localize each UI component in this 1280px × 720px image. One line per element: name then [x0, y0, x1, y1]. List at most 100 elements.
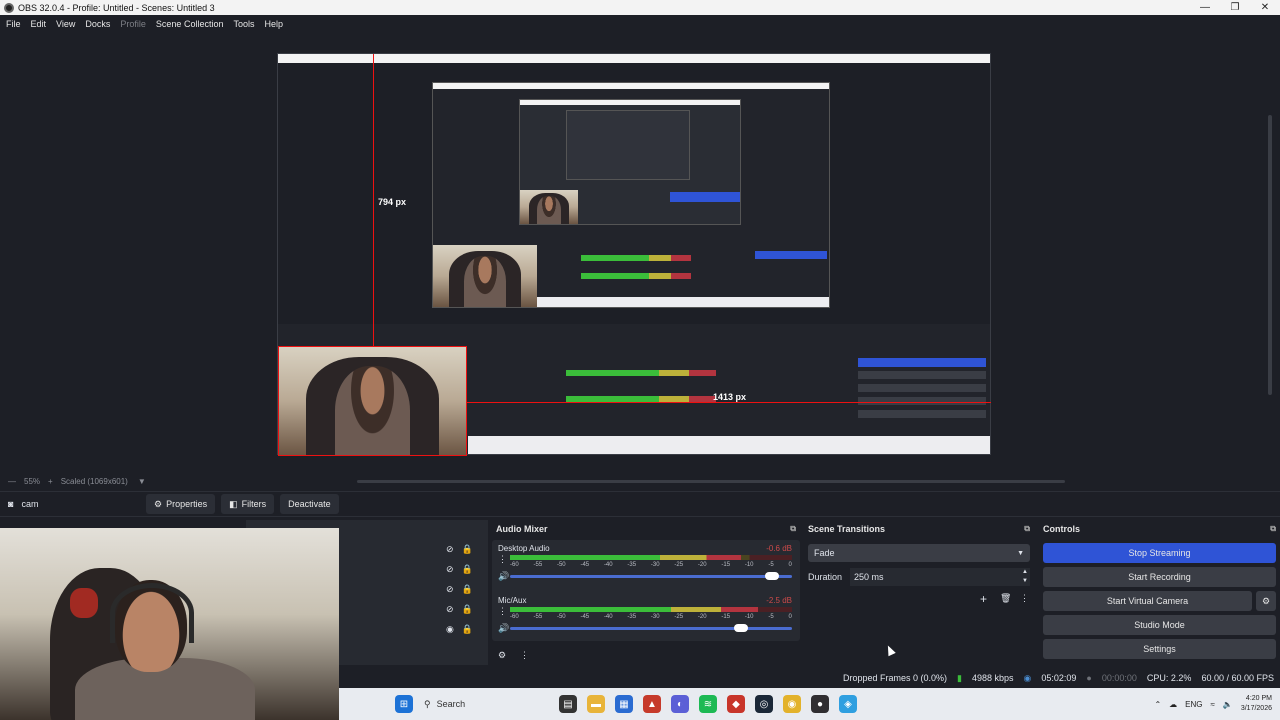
tray-overflow-icon[interactable]: ⌃: [1154, 700, 1161, 709]
transition-menu-button[interactable]: ⋮: [1020, 593, 1029, 604]
advanced-audio-properties-icon[interactable]: ⚙: [498, 650, 506, 661]
mixer-channel-desktop-audio: Desktop Audio -0.6 dB ⋮ -60 -55 -50 -45 -40-…: [492, 540, 800, 584]
controls-title: Controls: [1043, 524, 1080, 534]
maximize-button[interactable]: ❐: [1220, 2, 1250, 13]
taskbar-search[interactable]: ⚲ Search: [424, 692, 554, 716]
chat-app-icon[interactable]: ◐: [671, 695, 689, 713]
mixer-channel-mic-aux: Mic/Aux -2.5 dB ⋮ -60 -55 -50 -45 -40 -35 -30-…: [492, 592, 800, 636]
task-view-icon[interactable]: ▤: [559, 695, 577, 713]
menu-help[interactable]: Help: [264, 19, 283, 29]
calendar-app-icon[interactable]: ▦: [615, 695, 633, 713]
preview-canvas[interactable]: 794 px 1413 px: [277, 53, 991, 456]
scale-mode-dropdown[interactable]: ▼: [138, 477, 146, 486]
headset: [110, 583, 194, 643]
volume-slider-knob[interactable]: [734, 624, 749, 632]
nested-capture-level-4: [566, 110, 690, 180]
start-recording-button[interactable]: Start Recording: [1043, 567, 1276, 587]
source-row[interactable]: ⊘ 🔒: [446, 544, 473, 555]
app-icon[interactable]: ▲: [643, 695, 661, 713]
lock-icon[interactable]: 🔒: [462, 584, 473, 595]
source-row[interactable]: ⊘ 🔒: [446, 584, 473, 595]
menu-profile[interactable]: Profile: [120, 19, 146, 29]
signal-icon: ▮: [957, 672, 962, 683]
preview-area[interactable]: 794 px 1413 px: [0, 33, 1280, 475]
camera-icon: ◙: [8, 499, 14, 509]
app-icon-blue[interactable]: ◈: [839, 695, 857, 713]
search-icon: ⚲: [424, 698, 431, 709]
mixer-menu-icon[interactable]: ⋮: [520, 650, 529, 661]
studio-mode-button[interactable]: Studio Mode: [1043, 615, 1276, 635]
eye-hidden-icon[interactable]: ⊘: [446, 564, 454, 575]
language-indicator[interactable]: ENG: [1185, 700, 1202, 709]
source-row[interactable]: ⊘ 🔒: [446, 564, 473, 575]
lock-icon[interactable]: 🔒: [462, 624, 473, 635]
obs-taskbar-icon[interactable]: ●: [811, 695, 829, 713]
stop-streaming-button[interactable]: Stop Streaming: [1043, 543, 1276, 563]
close-button[interactable]: ✕: [1250, 2, 1280, 13]
menu-docks[interactable]: Docks: [85, 19, 110, 29]
taskbar-clock[interactable]: 4:20 PM 3/17/2026: [1241, 694, 1272, 714]
filters-button[interactable]: ◧ Filters: [221, 494, 275, 514]
volume-slider-knob[interactable]: [765, 572, 780, 580]
menu-edit[interactable]: Edit: [31, 19, 47, 29]
preview-vertical-scrollbar[interactable]: [1268, 115, 1272, 395]
settings-button[interactable]: Settings: [1043, 639, 1276, 659]
zoom-out-button[interactable]: —: [8, 477, 16, 486]
lock-icon[interactable]: 🔒: [462, 604, 473, 615]
scale-mode: Scaled (1069x601): [60, 476, 128, 486]
obs-logo-icon: [4, 2, 14, 13]
meter-scale: -60 -55 -50 -45 -40 -35 -30 -25 -20 -15 -10 -5 0: [510, 562, 792, 568]
duration-input[interactable]: 250 ms ▲ ▼: [850, 568, 1030, 586]
deactivate-button[interactable]: Deactivate: [280, 494, 339, 514]
start-virtual-camera-button[interactable]: Start Virtual Camera: [1043, 591, 1252, 611]
source-row[interactable]: ⊘ 🔒: [446, 604, 473, 615]
channel-name: Mic/Aux: [498, 596, 527, 605]
eye-hidden-icon[interactable]: ⊘: [446, 544, 454, 555]
speaker-icon[interactable]: 🔊: [498, 571, 509, 582]
eye-hidden-icon[interactable]: ⊘: [446, 604, 454, 615]
brave-browser-icon[interactable]: ◆: [727, 695, 745, 713]
meter-scale: -60 -55 -50 -45 -40 -35 -30 -25 -20 -15 -10 -5 0: [510, 614, 792, 620]
transition-dropdown[interactable]: Fade ▼: [808, 544, 1030, 562]
volume-icon[interactable]: 🔈: [1223, 700, 1233, 709]
file-explorer-icon[interactable]: ▬: [587, 695, 605, 713]
channel-menu-icon[interactable]: ⋮: [498, 606, 507, 617]
menu-file[interactable]: File: [6, 19, 21, 29]
add-transition-button[interactable]: +: [980, 592, 987, 606]
source-row[interactable]: ◉ 🔒: [446, 624, 473, 635]
menu-view[interactable]: View: [56, 19, 75, 29]
windows-start-icon[interactable]: ⊞: [395, 695, 413, 713]
wifi-icon[interactable]: ≈: [1210, 700, 1214, 709]
menu-tools[interactable]: Tools: [233, 19, 254, 29]
dock-popout-icon[interactable]: ⧉: [1270, 524, 1276, 534]
webcam-overlay: [0, 528, 339, 720]
volume-slider[interactable]: [510, 624, 792, 632]
volume-slider[interactable]: [510, 572, 792, 580]
spotify-icon[interactable]: ≋: [699, 695, 717, 713]
window-titlebar: OBS 32.0.4 - Profile: Untitled - Scenes:…: [0, 0, 1280, 15]
lock-icon[interactable]: 🔒: [462, 544, 473, 555]
minimize-button[interactable]: —: [1190, 2, 1220, 13]
steam-icon[interactable]: ◎: [755, 695, 773, 713]
menu-scene-collection[interactable]: Scene Collection: [156, 19, 224, 29]
dock-popout-icon[interactable]: ⧉: [790, 524, 796, 534]
speaker-icon[interactable]: 🔊: [498, 623, 509, 634]
tray-app-icon[interactable]: ☁: [1169, 700, 1177, 709]
chevron-down-icon: ▼: [1017, 549, 1024, 557]
delete-transition-button[interactable]: 🗑: [1000, 593, 1011, 604]
eye-icon[interactable]: ◉: [446, 624, 454, 635]
source-toolbar: ◙ cam ⚙ Properties ◧ Filters Deactivate: [0, 491, 1280, 517]
virtual-camera-settings-gear-icon[interactable]: ⚙: [1256, 591, 1276, 611]
eye-hidden-icon[interactable]: ⊘: [446, 584, 454, 595]
zoom-in-button[interactable]: +: [48, 477, 53, 486]
lock-icon[interactable]: 🔒: [462, 564, 473, 575]
preview-horizontal-scrollbar[interactable]: [357, 480, 1065, 483]
selection-bounding-box[interactable]: [278, 346, 467, 456]
system-tray: ⌃ ☁ ENG ≈ 🔈 4:20 PM 3/17/2026: [1154, 694, 1280, 714]
properties-button[interactable]: ⚙ Properties: [146, 494, 216, 514]
chrome-icon[interactable]: ◉: [783, 695, 801, 713]
duration-spinner[interactable]: ▲ ▼: [1022, 568, 1028, 586]
dock-popout-icon[interactable]: ⧉: [1024, 524, 1030, 534]
windows-taskbar: ⊞ ⚲ Search ▤ ▬ ▦ ▲ ◐ ≋ ◆ ◎ ◉ ● ◈ ⌃ ☁ ENG…: [339, 688, 1280, 720]
channel-menu-icon[interactable]: ⋮: [498, 554, 507, 565]
